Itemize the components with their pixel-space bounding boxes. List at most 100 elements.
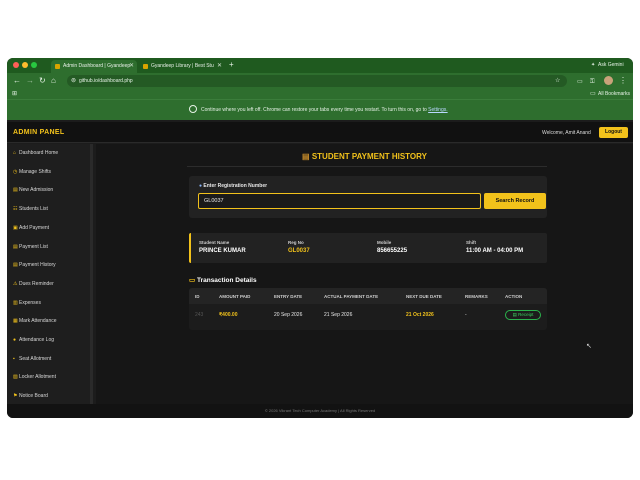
mouse-cursor-icon: ↖ (586, 343, 592, 350)
col-actual-payment-date: ACTUAL PAYMENT DATE (324, 294, 379, 299)
sidebar-item-label: Locker Allotment (19, 374, 56, 381)
cell-next-due: 21 Oct 2026 (406, 312, 434, 318)
sidebar-item-label: Payment List (19, 243, 48, 250)
sidebar-item-seat-allotment[interactable]: ▪ Seat Allotment (13, 356, 51, 366)
close-tab-icon[interactable]: ✕ (217, 62, 222, 69)
search-icon: ● (199, 183, 203, 189)
cell-remarks: - (465, 312, 467, 318)
infobar-message: Continue where you left off. Chrome can … (201, 107, 448, 113)
sidebar-item-label: Notice Board (19, 393, 48, 400)
back-icon[interactable]: ← (13, 76, 21, 86)
cell-actual-date: 21 Sep 2026 (324, 312, 353, 318)
new-tab-button[interactable]: + (229, 60, 234, 69)
search-record-button[interactable]: Search Record (484, 193, 546, 209)
cell-amount: ₹400.00 (219, 312, 238, 318)
infobar-text: Continue where you left off. Chrome can … (201, 107, 427, 113)
tab-label: Admin Dashboard | Gyandeep (63, 63, 131, 69)
sidebar-item-label: Dues Reminder (19, 280, 54, 287)
sidebar-item-payment-history[interactable]: ▤Payment History (13, 262, 56, 272)
col-next-due-date: NEXT DUE DATE (406, 294, 442, 299)
student-info-card: Student Name PRINCE KUMAR Reg No GL0037 … (189, 233, 547, 263)
student-name-value: PRINCE KUMAR (199, 248, 246, 254)
sidebar-item-add-payment[interactable]: ▣Add Payment (13, 225, 49, 235)
menu-icon[interactable]: ⋮ (619, 76, 627, 86)
sidebar-item-label: Students List (19, 206, 48, 213)
logout-button[interactable]: Logout (599, 127, 628, 138)
ask-gemini-button[interactable]: Ask Gemini (598, 62, 624, 68)
sidebar-item-label: Seat Allotment (19, 355, 52, 362)
brand-title: ADMIN PANEL (13, 129, 65, 136)
sidebar-item-label: Add Payment (19, 224, 50, 231)
welcome-text: Welcome, Amit Anand (542, 130, 591, 136)
sidebar-item-manage-shifts[interactable]: ◷ Manage Shifts (13, 169, 51, 179)
mobile-value: 856655225 (377, 248, 408, 254)
tab-gyandeep-library[interactable]: Gyandeep Library | Best Stu ✕ (139, 60, 225, 73)
reg-no-value: GL0037 (288, 248, 310, 254)
sidebar-item-mark-attendance[interactable]: ▦Mark Attendance (13, 318, 57, 328)
restore-infobar: Continue where you left off. Chrome can … (7, 99, 633, 120)
table-header: ID AMOUNT PAID ENTRY DATE ACTUAL PAYMENT… (189, 288, 547, 304)
forward-icon[interactable]: → (26, 76, 34, 86)
reg-no-label: Reg No (288, 240, 304, 245)
page-title: ▤ STUDENT PAYMENT HISTORY (96, 152, 633, 161)
profile-avatar[interactable] (604, 76, 613, 85)
folder-icon: ▭ (590, 91, 596, 97)
site-info-icon[interactable]: ⊚ (71, 77, 76, 84)
main-content: ▤ STUDENT PAYMENT HISTORY ● Enter Regist… (96, 144, 633, 404)
settings-link[interactable]: Settings. (428, 107, 447, 113)
transactions-heading: ▭ Transaction Details (189, 276, 257, 284)
sidebar-item-new-admission[interactable]: ▤New Admission (13, 187, 53, 197)
password-icon[interactable]: ⚿ (590, 77, 595, 87)
col-id: ID (195, 294, 200, 299)
sidebar-item-dues-reminder[interactable]: ⚠ Dues Reminder (13, 281, 54, 291)
receipt-icon: ▤ (512, 312, 517, 317)
sidebar-item-attendance-log[interactable]: ● Attendance Log (13, 337, 54, 347)
reload-icon[interactable]: ↻ (39, 76, 46, 86)
transactions-heading-text: Transaction Details (196, 277, 257, 284)
browser-window: Admin Dashboard | Gyandeep ✕ Gyandeep Li… (7, 58, 633, 418)
home-icon[interactable]: ⌂ (51, 76, 56, 86)
sidebar-item-students-list[interactable]: ☷ Students List (13, 206, 48, 216)
close-window-icon[interactable] (13, 62, 19, 68)
sidebar-item-label: Manage Shifts (19, 168, 51, 175)
apps-grid-icon[interactable]: ⊞ (12, 90, 17, 97)
favicon-icon (55, 64, 60, 69)
cell-id: 243 (195, 312, 204, 318)
tab-strip: Admin Dashboard | Gyandeep ✕ Gyandeep Li… (7, 58, 633, 73)
col-amount-paid: AMOUNT PAID (219, 294, 251, 299)
sidebar-item-label: Attendance Log (19, 337, 55, 343)
transactions-table: ID AMOUNT PAID ENTRY DATE ACTUAL PAYMENT… (189, 288, 547, 330)
footer: © 2026 Vikrant Tech Computer Academy | A… (7, 404, 633, 418)
address-bar[interactable]: ⊚ github.io/dashboard.php ☆ (67, 75, 567, 87)
sidebar-item-label: Payment History (19, 262, 56, 269)
sidebar-item-notice-board[interactable]: ⚑ Notice Board (13, 393, 48, 403)
receipt-button[interactable]: ▤ Receipt (505, 310, 541, 320)
search-label-text: Enter Registration Number (203, 183, 268, 189)
col-action: ACTION (505, 294, 523, 299)
all-bookmarks-button[interactable]: All Bookmarks (598, 91, 630, 97)
search-card: ● Enter Registration Number Search Recor… (189, 176, 547, 218)
bookmark-star-icon[interactable]: ☆ (555, 77, 560, 84)
sidebar-item-locker-allotment[interactable]: ▧Locker Allotment (13, 374, 56, 384)
sidebar-item-expenses[interactable]: ▥Expenses (13, 300, 41, 310)
shift-value: 11:00 AM - 04:00 PM (466, 248, 524, 254)
bookmarks-bar: ⊞ ▭ All Bookmarks (7, 89, 633, 99)
sidebar-item-payment-list[interactable]: ▤Payment List (13, 244, 48, 254)
maximize-window-icon[interactable] (31, 62, 37, 68)
page-title-text: STUDENT PAYMENT HISTORY (311, 152, 427, 161)
mobile-label: Mobile (377, 240, 392, 245)
cast-icon[interactable]: ▭ (577, 77, 583, 87)
shift-label: Shift (466, 240, 476, 245)
search-label: ● Enter Registration Number (199, 183, 267, 189)
sidebar-item-dashboard-home[interactable]: ⌂ Dashboard Home (13, 150, 58, 160)
receipt-label: Receipt (518, 312, 534, 317)
close-tab-icon[interactable]: ✕ (129, 62, 134, 69)
tab-admin-dashboard[interactable]: Admin Dashboard | Gyandeep ✕ (51, 60, 137, 73)
card-icon: ▭ (189, 277, 196, 284)
sidebar: ⌂ Dashboard Home ◷ Manage Shifts ▤New Admiss… (7, 144, 93, 404)
sidebar-item-label: Dashboard Home (19, 150, 59, 156)
gemini-icon[interactable]: ✦ (591, 62, 595, 68)
minimize-window-icon[interactable] (22, 62, 28, 68)
registration-input[interactable] (198, 193, 481, 209)
col-entry-date: ENTRY DATE (274, 294, 303, 299)
